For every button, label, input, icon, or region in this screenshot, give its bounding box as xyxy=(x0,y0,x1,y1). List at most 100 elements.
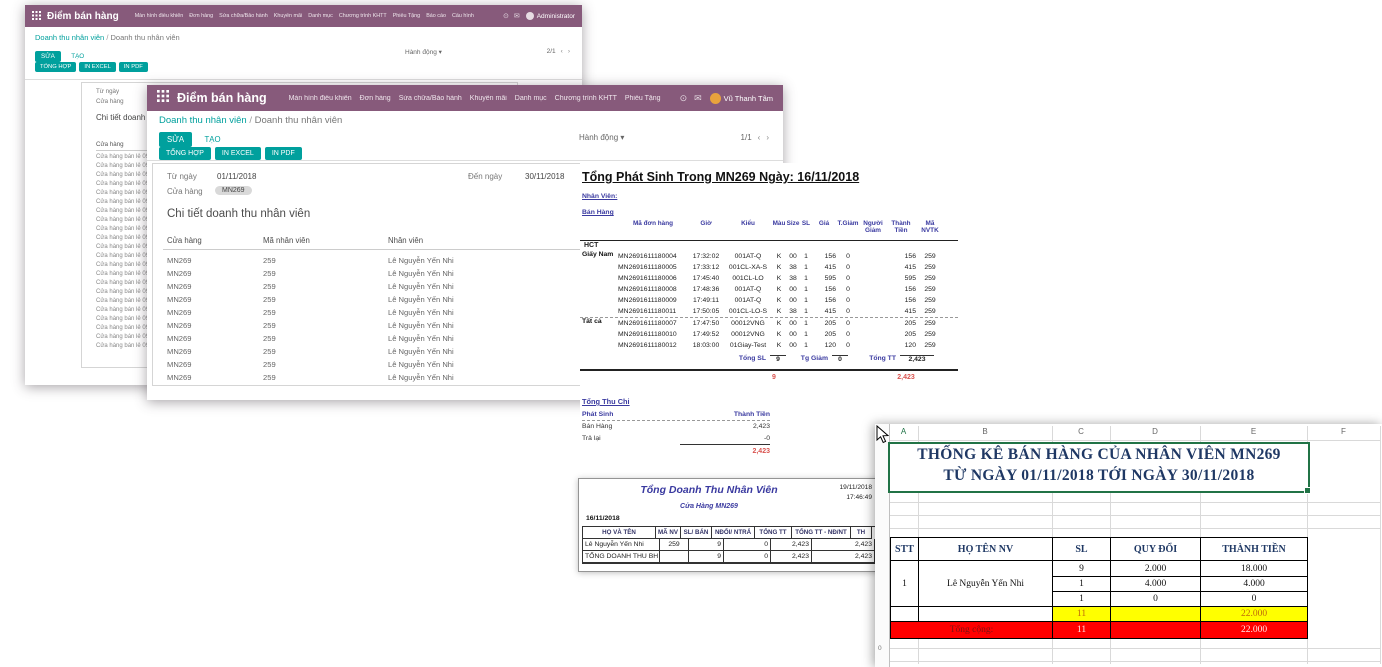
avatar[interactable] xyxy=(710,93,721,104)
cell[interactable]: 1 xyxy=(1053,577,1111,592)
list-item[interactable]: Cửa hàng bán lẻ 09 xyxy=(96,171,149,180)
menu-item[interactable]: Chương trình KHTT xyxy=(339,13,387,19)
report-action-button[interactable]: IN PDF xyxy=(119,62,148,72)
cell-subtotal-sl[interactable]: 11 xyxy=(1053,607,1111,622)
store-tag[interactable]: MN269 xyxy=(215,186,252,195)
col-header-code[interactable]: Mã nhân viên xyxy=(263,236,310,245)
list-item[interactable]: Cửa hàng bán lẻ 09 xyxy=(96,234,149,243)
cell[interactable]: 4.000 xyxy=(1111,577,1201,592)
cell-subtotal-mid[interactable] xyxy=(1111,607,1201,622)
list-item[interactable]: Cửa hàng bán lẻ 09 xyxy=(96,306,149,315)
apps-grid-icon[interactable] xyxy=(157,89,169,107)
row-number[interactable]: 0 xyxy=(878,645,882,652)
col-header-E[interactable]: E xyxy=(1200,427,1307,436)
cell[interactable]: 4.000 xyxy=(1201,577,1308,592)
to-date-value[interactable]: 30/11/2018 xyxy=(525,172,564,181)
breadcrumb-link[interactable]: Doanh thu nhân viên xyxy=(159,115,247,126)
pager-next-button[interactable]: › xyxy=(568,48,570,55)
col-header-C[interactable]: C xyxy=(1052,427,1110,436)
edit-button[interactable]: SỬA xyxy=(35,51,61,62)
menu-item[interactable]: Báo cáo xyxy=(426,13,446,19)
pager-next-button[interactable]: › xyxy=(766,133,769,142)
col-header-store[interactable]: Cửa hàng xyxy=(167,236,202,245)
cell-grand-total-label[interactable]: Tổng cộng: xyxy=(891,622,1053,639)
menu-item[interactable]: Chương trình KHTT xyxy=(555,95,617,102)
cell[interactable]: 18.000 xyxy=(1201,561,1308,577)
list-item[interactable]: Cửa hàng bán lẻ 09 xyxy=(96,297,149,306)
list-item[interactable]: Cửa hàng bán lẻ 09 xyxy=(96,324,149,333)
pager-prev-button[interactable]: ‹ xyxy=(561,48,563,55)
col-header-staff[interactable]: Nhân viên xyxy=(388,236,423,245)
list-item[interactable]: Cửa hàng bán lẻ 09 xyxy=(96,279,149,288)
list-item[interactable]: Cửa hàng bán lẻ 09 xyxy=(96,216,149,225)
h-name[interactable]: HỌ TÊN NV xyxy=(919,538,1053,561)
list-item[interactable]: Cửa hàng bán lẻ 09 xyxy=(96,270,149,279)
cell[interactable]: 0 xyxy=(1111,592,1201,607)
cell[interactable]: 2.000 xyxy=(1111,561,1201,577)
clock-icon[interactable]: ⊙ xyxy=(680,93,688,104)
action-menu[interactable]: Hành động ▾ xyxy=(405,48,442,56)
cell-grand-total-tt[interactable]: 22.000 xyxy=(1201,622,1308,639)
cell-empty[interactable] xyxy=(891,607,919,622)
edit-button[interactable]: SỬA xyxy=(159,132,192,147)
col-header-A[interactable]: A xyxy=(889,427,918,436)
h-quydoi[interactable]: QUY ĐỔI xyxy=(1111,538,1201,561)
menu-item[interactable]: Phiếu Tặng xyxy=(625,95,661,102)
report-action-button[interactable]: TỔNG HỢP xyxy=(159,147,211,160)
from-date-value[interactable]: 01/11/2018 xyxy=(217,172,256,181)
menu-item[interactable]: Sửa chữa/Bảo hành xyxy=(399,95,462,102)
list-item[interactable]: Cửa hàng bán lẻ 09 xyxy=(96,207,149,216)
avatar[interactable] xyxy=(526,12,534,20)
list-item[interactable]: Cửa hàng bán lẻ 09 xyxy=(96,333,149,342)
clock-icon[interactable]: ⊙ xyxy=(503,12,509,20)
list-item[interactable]: Cửa hàng bán lẻ 09 xyxy=(96,288,149,297)
h-stt[interactable]: STT xyxy=(891,538,919,561)
chat-icon[interactable]: ✉ xyxy=(694,93,702,104)
list-item[interactable]: Cửa hàng bán lẻ 09 xyxy=(96,261,149,270)
apps-grid-icon[interactable] xyxy=(32,7,41,25)
menu-item[interactable]: Sửa chữa/Bảo hành xyxy=(219,13,268,19)
pager-prev-button[interactable]: ‹ xyxy=(758,133,761,142)
cell-empty[interactable] xyxy=(919,607,1053,622)
cell-subtotal-tt[interactable]: 22.000 xyxy=(1201,607,1308,622)
cell-staff-name[interactable]: Lê Nguyễn Yến Nhi xyxy=(919,561,1053,607)
cell[interactable]: 1 xyxy=(1053,592,1111,607)
menu-item[interactable]: Màn hình điều khiển xyxy=(135,13,184,19)
menu-item[interactable]: Khuyến mãi xyxy=(470,95,507,102)
menu-item[interactable]: Đơn hàng xyxy=(360,95,391,102)
list-item[interactable]: Cửa hàng bán lẻ 09 xyxy=(96,180,149,189)
menu-item[interactable]: Đơn hàng xyxy=(189,13,213,19)
user-name[interactable]: Vũ Thanh Tâm xyxy=(724,94,773,103)
col-header-F[interactable]: F xyxy=(1307,427,1380,436)
cell-stt[interactable]: 1 xyxy=(891,561,919,607)
list-item[interactable]: Cửa hàng bán lẻ 09 xyxy=(96,315,149,324)
list-item[interactable]: Cửa hàng bán lẻ 09 xyxy=(96,342,149,351)
menu-item[interactable]: Cấu hình xyxy=(452,13,474,19)
action-menu[interactable]: Hành động ▾ xyxy=(579,133,624,142)
report-action-button[interactable]: IN EXCEL xyxy=(79,62,115,72)
h-sl[interactable]: SL xyxy=(1053,538,1111,561)
breadcrumb-link[interactable]: Doanh thu nhân viên xyxy=(35,33,104,42)
selection-fill-handle[interactable] xyxy=(1304,487,1311,494)
report-action-button[interactable]: IN PDF xyxy=(265,147,302,160)
chat-icon[interactable]: ✉ xyxy=(514,12,520,20)
list-item[interactable]: Cửa hàng bán lẻ 09 xyxy=(96,198,149,207)
menu-item[interactable]: Phiếu Tặng xyxy=(393,13,420,19)
cell[interactable]: 9 xyxy=(1053,561,1111,577)
col-header-B[interactable]: B xyxy=(918,427,1052,436)
create-button[interactable]: TẠO xyxy=(197,132,229,147)
menu-item[interactable]: Danh mục xyxy=(308,13,333,19)
list-item[interactable]: Cửa hàng bán lẻ 09 xyxy=(96,243,149,252)
col-header-D[interactable]: D xyxy=(1110,427,1200,436)
app-title[interactable]: Điểm bán hàng xyxy=(47,11,119,22)
cell-grand-total-sl[interactable]: 11 xyxy=(1053,622,1111,639)
menu-item[interactable]: Màn hình điều khiển xyxy=(289,95,352,102)
list-item[interactable]: Cửa hàng bán lẻ 09 xyxy=(96,153,149,162)
menu-item[interactable]: Danh mục xyxy=(515,95,547,102)
list-item[interactable]: Cửa hàng bán lẻ 09 xyxy=(96,189,149,198)
list-item[interactable]: Cửa hàng bán lẻ 09 xyxy=(96,162,149,171)
user-name[interactable]: Administrator xyxy=(537,13,575,20)
cell-grand-total-mid[interactable] xyxy=(1111,622,1201,639)
create-button[interactable]: TẠO xyxy=(65,51,90,62)
selected-title-cell[interactable]: THỐNG KÊ BÁN HÀNG CỦA NHÂN VIÊN MN269 TỪ… xyxy=(888,442,1310,493)
